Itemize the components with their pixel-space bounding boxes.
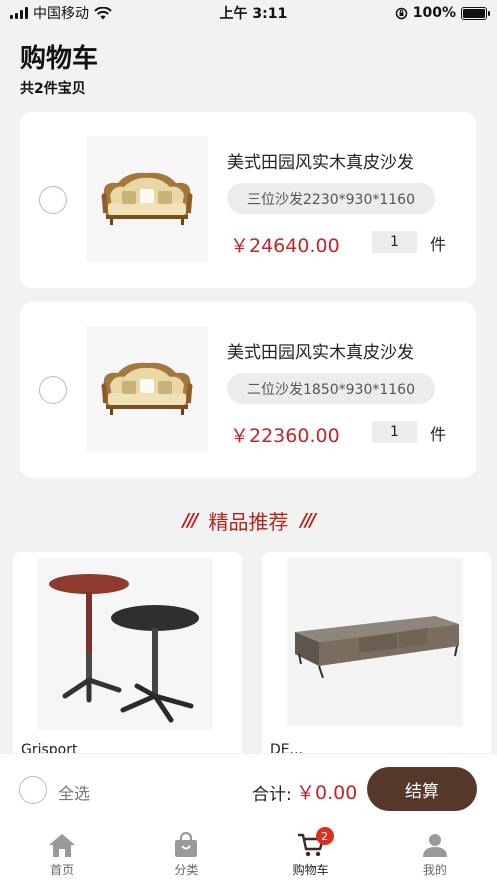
select-radio[interactable] — [39, 376, 67, 404]
product-price: ￥24640.00 — [230, 235, 340, 257]
heading-decoration-right: /// — [300, 510, 317, 531]
product-spec[interactable]: 二位沙发1850*930*1160 — [227, 373, 435, 404]
battery-percent: 100% — [412, 5, 456, 21]
status-right: 100% — [395, 5, 490, 21]
product-price: ￥22360.00 — [230, 425, 340, 447]
total-label: 合计: — [252, 785, 292, 805]
wifi-icon — [94, 6, 112, 19]
recommend-title: 精品推荐 — [208, 510, 289, 534]
orientation-lock-icon — [395, 7, 407, 19]
checkout-bar: 全选 合计: ￥0.00 结算 — [0, 753, 497, 823]
status-bar: 中国移动 上午 3:11 100% — [0, 0, 497, 26]
product-image[interactable] — [86, 136, 208, 262]
cart-item-card[interactable]: 美式田园风实木真皮沙发 三位沙发2230*930*1160 ￥24640.00 … — [20, 112, 476, 288]
sofa-image — [101, 172, 193, 225]
quantity-unit: 件 — [430, 425, 447, 444]
signal-icon — [10, 7, 28, 19]
tab-cart[interactable]: 2 购物车 — [249, 823, 373, 883]
product-name[interactable]: 美式田园风实木真皮沙发 — [227, 148, 414, 173]
total-value: ￥0.00 — [296, 782, 358, 804]
tab-home[interactable]: 首页 — [0, 823, 124, 883]
recommend-card[interactable]: DE... — [262, 552, 491, 782]
quantity-field[interactable]: 1 — [372, 231, 417, 253]
heading-decoration-left: /// — [182, 510, 199, 531]
sofa-image — [101, 362, 193, 415]
product-spec[interactable]: 三位沙发2230*930*1160 — [227, 183, 435, 214]
recommend-heading: /// 精品推荐 /// — [0, 506, 497, 535]
select-radio[interactable] — [39, 186, 67, 214]
tab-label: 购物车 — [292, 863, 329, 877]
status-left: 中国移动 — [10, 3, 112, 23]
tab-label: 分类 — [174, 863, 199, 877]
user-icon — [420, 831, 450, 859]
tab-label: 首页 — [50, 863, 75, 877]
cart-item-card[interactable]: 美式田园风实木真皮沙发 二位沙发1850*930*1160 ￥22360.00 … — [20, 302, 476, 478]
quantity-field[interactable]: 1 — [372, 421, 417, 443]
carrier-name: 中国移动 — [33, 6, 89, 22]
item-count: 共2件宝贝 — [20, 81, 86, 97]
recommend-image[interactable] — [37, 558, 213, 730]
product-image[interactable] — [86, 326, 208, 452]
product-name[interactable]: 美式田园风实木真皮沙发 — [227, 338, 414, 363]
quantity-unit: 件 — [430, 235, 447, 254]
battery-icon — [461, 6, 490, 20]
status-time: 上午 3:11 — [219, 6, 288, 22]
recommend-card[interactable]: Grisport — [13, 552, 242, 782]
tab-category[interactable]: 分类 — [124, 823, 248, 883]
checkout-button[interactable]: 结算 — [367, 767, 477, 811]
home-icon — [47, 831, 77, 859]
select-all-label[interactable]: 全选 — [58, 780, 90, 804]
bag-icon — [171, 831, 201, 859]
page-title: 购物车 — [20, 44, 99, 74]
cart-badge: 2 — [315, 827, 334, 845]
recommend-image[interactable] — [287, 558, 463, 726]
tab-bar: 首页 分类 2 购物车 我的 — [0, 823, 497, 883]
tab-label: 我的 — [422, 863, 447, 877]
side-tables-image — [49, 574, 199, 723]
tv-cabinet-image — [295, 616, 459, 679]
tab-mine[interactable]: 我的 — [373, 823, 497, 883]
select-all-radio[interactable] — [19, 776, 47, 804]
